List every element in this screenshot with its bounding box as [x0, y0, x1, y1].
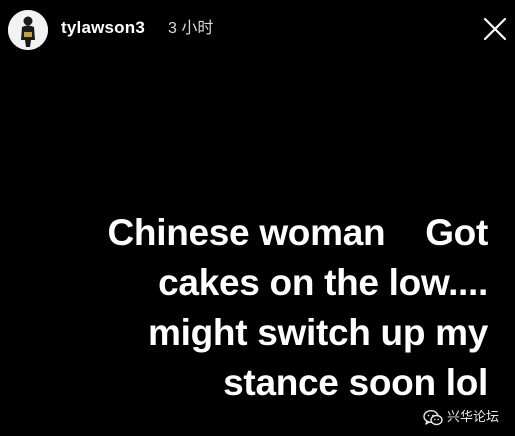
caption-line: Chinese woman Got: [107, 212, 489, 253]
username[interactable]: tylawson3: [61, 18, 145, 38]
avatar-image: [8, 10, 48, 50]
watermark: 兴华论坛: [423, 405, 499, 431]
close-icon: [483, 17, 507, 41]
avatar[interactable]: [8, 10, 48, 50]
caption-line: cakes on the low....: [158, 262, 488, 303]
caption-line: might switch up my: [148, 312, 488, 353]
wechat-icon: [423, 409, 443, 427]
story-header: tylawson3 3 小时: [0, 0, 515, 58]
story-screen: tylawson3 3 小时 Chinese woman Got cakes o…: [0, 0, 515, 436]
watermark-text: 兴华论坛: [447, 410, 500, 425]
story-timestamp: 3 小时: [168, 20, 214, 37]
close-button[interactable]: [478, 12, 512, 46]
caption-line: stance soon lol: [223, 362, 488, 403]
story-caption: Chinese woman Got cakes on the low.... m…: [18, 208, 489, 408]
